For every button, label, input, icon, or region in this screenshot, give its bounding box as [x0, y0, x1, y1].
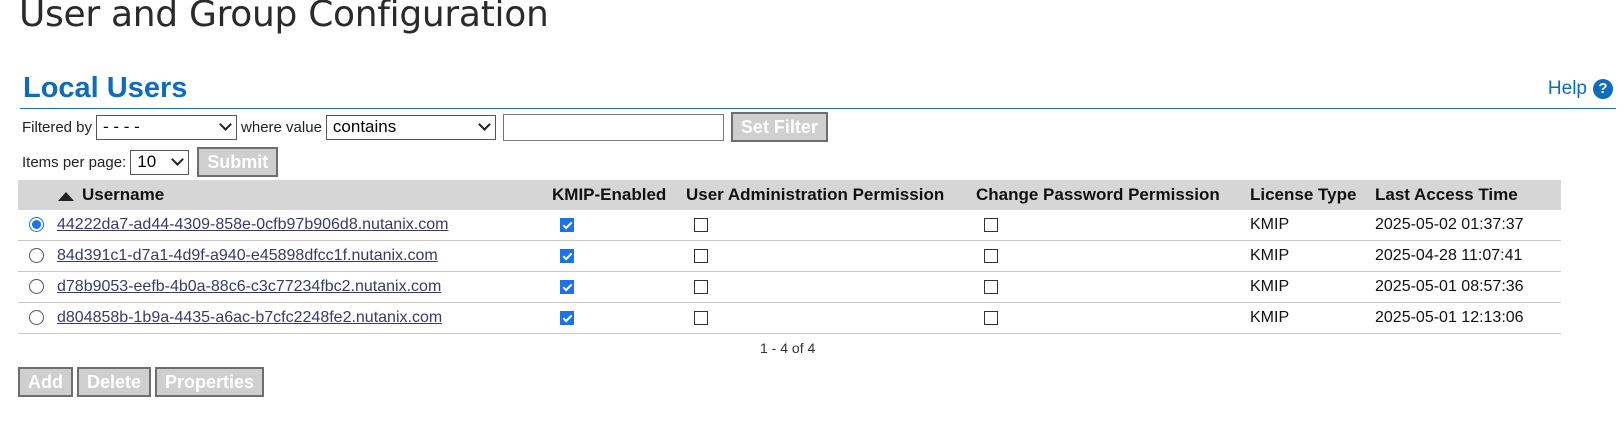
help-icon: ? — [1593, 79, 1613, 99]
delete-button[interactable]: Delete — [77, 367, 152, 397]
items-per-page-value: 10 — [137, 152, 157, 171]
change-password-checkbox[interactable] — [984, 248, 998, 263]
table-row: d804858b-1b9a-4435-a6ac-b7cfc2248fe2.nut… — [18, 302, 1561, 334]
username-link[interactable]: d804858b-1b9a-4435-a6ac-b7cfc2248fe2.nut… — [57, 309, 442, 326]
last-access-time: 2025-05-01 08:57:36 — [1375, 271, 1561, 303]
items-per-page-select[interactable]: 10 — [130, 149, 190, 175]
user-admin-checkbox[interactable] — [694, 217, 708, 232]
last-access-time: 2025-05-01 12:13:06 — [1375, 302, 1561, 334]
table-body: 44222da7-ad44-4309-858e-0cfb97b906d8.nut… — [18, 210, 1561, 334]
filter-condition-select[interactable]: contains — [325, 114, 496, 140]
username-link[interactable]: 84d391c1-d7a1-4d9f-a940-e45898dfcc1f.nut… — [57, 247, 438, 264]
kmip-enabled-checkbox[interactable] — [560, 279, 574, 294]
license-type: KMIP — [1250, 210, 1375, 241]
row-select-radio[interactable] — [29, 310, 44, 326]
help-link[interactable]: Help ? — [1548, 78, 1613, 100]
user-admin-checkbox[interactable] — [694, 279, 708, 294]
username-link[interactable]: d78b9053-eefb-4b0a-88c6-c3c77234fbc2.nut… — [57, 278, 441, 295]
column-header-username[interactable]: Username — [18, 180, 552, 210]
last-access-time: 2025-05-02 01:37:37 — [1375, 210, 1561, 241]
section-title: Local Users — [23, 72, 188, 104]
license-type: KMIP — [1250, 271, 1375, 303]
change-password-checkbox[interactable] — [984, 310, 998, 325]
chevron-down-icon — [478, 118, 491, 131]
where-value-label: where value — [241, 118, 322, 136]
change-password-checkbox[interactable] — [984, 279, 998, 294]
license-type: KMIP — [1250, 302, 1375, 334]
properties-button[interactable]: Properties — [155, 367, 265, 397]
last-access-time: 2025-04-28 11:07:41 — [1375, 240, 1561, 272]
column-header-last-access: Last Access Time — [1375, 180, 1561, 210]
chevron-down-icon — [171, 153, 185, 166]
action-buttons: Add Delete Properties — [18, 367, 265, 397]
username-link[interactable]: 44222da7-ad44-4309-858e-0cfb97b906d8.nut… — [57, 216, 448, 233]
change-password-checkbox[interactable] — [984, 217, 998, 232]
column-header-user-admin: User Administration Permission — [686, 180, 976, 210]
items-per-page-label: Items per page: — [22, 153, 127, 171]
filter-field-value: - - - - — [103, 117, 140, 136]
filter-field-select[interactable]: - - - - — [96, 114, 238, 140]
add-button[interactable]: Add — [18, 367, 73, 397]
filter-value-input[interactable] — [502, 113, 724, 141]
table-header-row: Username KMIP-Enabled User Administratio… — [18, 180, 1561, 210]
table-row: d78b9053-eefb-4b0a-88c6-c3c77234fbc2.nut… — [18, 271, 1561, 303]
pagination-summary: 1 - 4 of 4 — [760, 340, 816, 356]
items-per-page-row: Items per page: 10 Submit — [22, 147, 279, 177]
license-type: KMIP — [1250, 240, 1375, 272]
submit-button[interactable]: Submit — [197, 147, 279, 177]
column-header-change-password: Change Password Permission — [976, 180, 1250, 210]
row-select-radio[interactable] — [29, 248, 44, 264]
table-row: 44222da7-ad44-4309-858e-0cfb97b906d8.nut… — [18, 210, 1561, 241]
help-label: Help — [1547, 78, 1587, 99]
chevron-down-icon — [219, 118, 232, 131]
table-row: 84d391c1-d7a1-4d9f-a940-e45898dfcc1f.nut… — [18, 240, 1561, 272]
kmip-enabled-checkbox[interactable] — [560, 310, 574, 325]
filter-condition-value: contains — [332, 117, 397, 136]
user-admin-checkbox[interactable] — [694, 310, 708, 325]
set-filter-button[interactable]: Set Filter — [730, 112, 828, 142]
page-title: User and Group Configuration — [19, 0, 549, 35]
row-select-radio[interactable] — [29, 217, 44, 233]
filtered-by-label: Filtered by — [22, 118, 93, 136]
row-select-radio[interactable] — [29, 279, 44, 295]
sort-ascending-icon — [58, 192, 74, 201]
section-header: Local Users Help ? — [20, 72, 1616, 109]
kmip-enabled-checkbox[interactable] — [560, 248, 574, 263]
local-users-table: Username KMIP-Enabled User Administratio… — [18, 180, 1561, 334]
user-admin-checkbox[interactable] — [694, 248, 708, 263]
column-header-license-type: License Type — [1250, 180, 1375, 210]
filter-row: Filtered by - - - - where value contains… — [22, 112, 828, 142]
kmip-enabled-checkbox[interactable] — [560, 217, 574, 232]
column-header-kmip: KMIP-Enabled — [552, 180, 686, 210]
